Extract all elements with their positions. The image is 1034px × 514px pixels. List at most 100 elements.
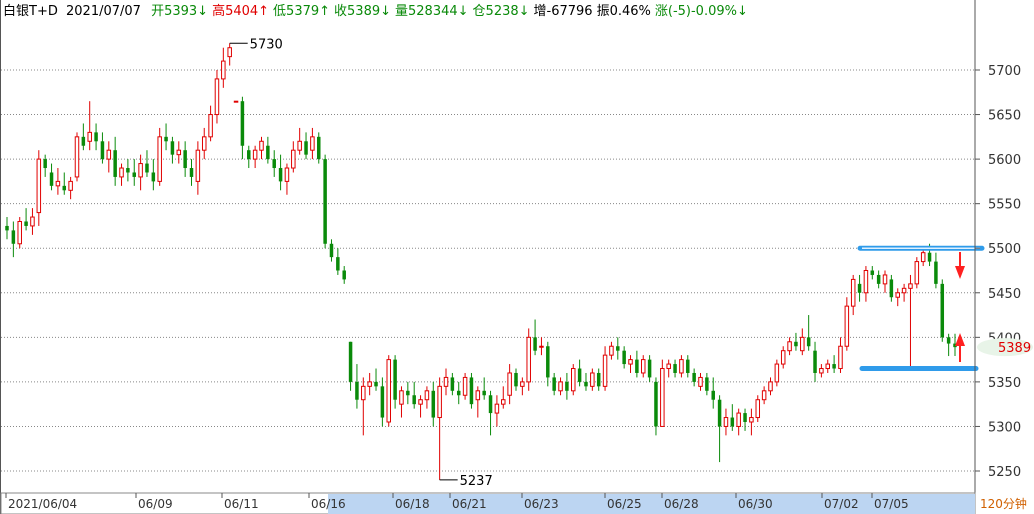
candle-body [475, 390, 481, 401]
candle-body [195, 149, 201, 182]
candle-body [609, 345, 614, 356]
candle-body [183, 150, 187, 169]
candle-body [138, 163, 143, 178]
candle-body [126, 168, 130, 173]
candle-body [857, 283, 862, 293]
candle-body [252, 149, 258, 160]
candle-body [711, 390, 715, 400]
candle-body [348, 341, 353, 382]
candle-body [227, 47, 232, 58]
candle-body [660, 368, 665, 427]
date-label: 2021/07/07 [66, 4, 141, 19]
candle-body [297, 140, 302, 151]
candle-body [157, 136, 162, 182]
candle-body [813, 350, 817, 373]
candle-body [825, 363, 831, 370]
candle-body [361, 385, 366, 401]
candle-body [749, 417, 754, 423]
candle-body [934, 261, 938, 284]
x-tick-label: 07/05 [874, 497, 909, 511]
candle-body [74, 136, 80, 178]
candle-body [367, 381, 372, 387]
y-tick-label: 5250 [988, 465, 1021, 480]
candle-body [36, 158, 42, 214]
candle-body [11, 230, 16, 244]
header-bar: 白银T+D 2021/07/07 开5393↓ 高5404↑ 低5379↑ 收5389… [3, 3, 748, 19]
candle-body [876, 274, 881, 284]
candle-body [673, 364, 677, 373]
candle-body [113, 150, 117, 177]
y-tick-label: 5300 [988, 420, 1021, 435]
x-tick-label: 06/09 [138, 497, 173, 511]
candle-body [145, 163, 149, 173]
candle-body [87, 131, 92, 142]
candle-body [418, 399, 423, 405]
candle-body [106, 149, 112, 160]
candle-body [602, 354, 608, 387]
candle-body [233, 100, 239, 103]
candle-body [596, 372, 601, 387]
candle-body [546, 346, 550, 378]
y-tick-label: 5450 [988, 287, 1021, 302]
candle-body [201, 136, 207, 151]
high-label: 5730 [250, 37, 283, 52]
candle-body [844, 305, 850, 347]
candle-body [342, 270, 346, 280]
candle-body [336, 257, 340, 271]
candle-body [329, 243, 334, 258]
candle-body [374, 381, 378, 387]
candle-body [819, 368, 824, 374]
candle-body [558, 381, 563, 392]
candle-body [507, 372, 512, 396]
quote-item: 仓5238↓ [473, 4, 530, 19]
last-price-label: 5389 [998, 341, 1031, 356]
candle-body [577, 368, 582, 382]
candle-body [882, 274, 888, 285]
candle-body [323, 159, 327, 244]
candle-body [838, 345, 843, 370]
candle-body [62, 185, 67, 191]
candle-body [393, 359, 397, 400]
candle-body [552, 377, 556, 391]
chart-background [0, 0, 1034, 514]
x-tick-label: 07/02 [824, 497, 859, 511]
candle-body [679, 359, 684, 374]
candle-body [616, 346, 620, 351]
candle-body [55, 180, 61, 187]
candle-body [386, 359, 391, 423]
candle-body [794, 341, 798, 347]
candle-body [889, 279, 894, 298]
candle-body [399, 390, 404, 405]
candle-body [164, 136, 168, 142]
quote-items: 开5393↓ 高5404↑ 低5379↑ 收5389↓ 量528344↓ 仓5238↓ 增-… [151, 3, 748, 19]
candle-body [214, 78, 220, 116]
candle-body [17, 220, 22, 245]
candle-body [920, 252, 926, 263]
candle-body [832, 364, 836, 369]
candle-body [5, 225, 9, 231]
x-tick-label: 06/23 [524, 497, 559, 511]
candle-body [723, 417, 729, 427]
candle-body [850, 278, 856, 307]
y-tick-label: 5350 [988, 376, 1021, 391]
candle-body [355, 381, 359, 400]
candle-body [622, 350, 626, 365]
x-tick-label: 06/21 [452, 497, 487, 511]
candle-body [494, 403, 500, 414]
candle-body [584, 381, 588, 387]
candle-body [68, 180, 73, 191]
candle-body [654, 381, 658, 427]
period-label[interactable]: 120分钟 [980, 496, 1027, 511]
candle-body [462, 376, 468, 396]
candle-body [908, 283, 913, 289]
candle-body [482, 390, 486, 396]
candle-body [590, 372, 595, 387]
candle-body [24, 221, 28, 226]
y-tick-label: 5550 [988, 198, 1021, 213]
candle-body [914, 261, 920, 285]
candle-body [870, 270, 875, 275]
candle-body [49, 172, 54, 186]
quote-item: 振0.46% [597, 4, 651, 19]
candle-body [304, 141, 308, 155]
quote-item: 低5379↑ [273, 4, 330, 19]
